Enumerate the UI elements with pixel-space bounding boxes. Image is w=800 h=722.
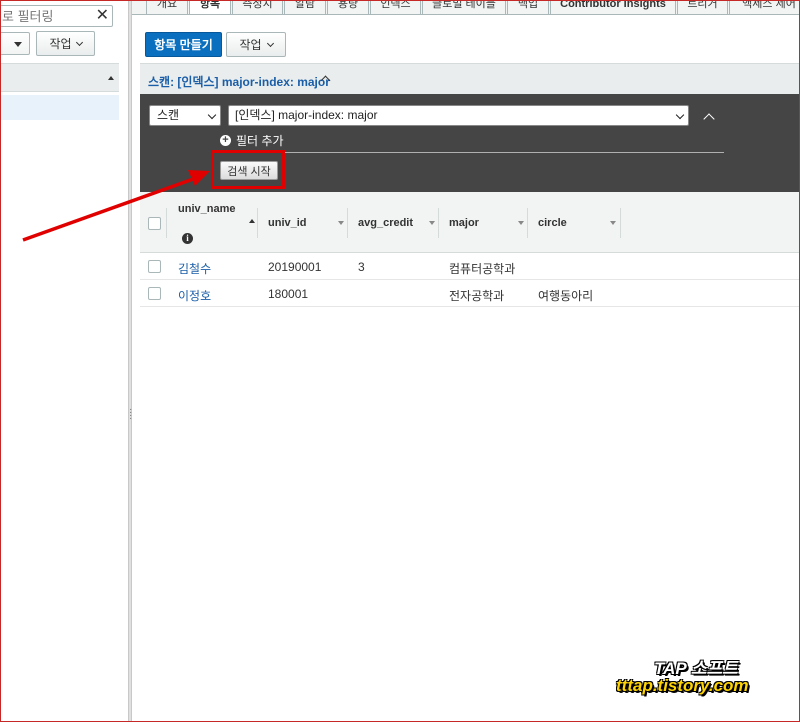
table-filter-box: ✕ xyxy=(0,5,113,27)
filter-divider xyxy=(223,152,724,153)
plus-circle-icon: + xyxy=(220,135,231,146)
index-select[interactable]: [인덱스] major-index: major xyxy=(228,105,689,126)
tab-backups[interactable]: 백업 xyxy=(507,0,549,14)
tab-label: 개요 xyxy=(156,0,178,10)
caret-down-icon xyxy=(14,42,22,47)
action-menu-label: 작업 xyxy=(239,38,262,52)
left-panel: ✕ 작업 xyxy=(0,0,128,722)
table-filter-input[interactable] xyxy=(0,6,88,26)
table-type-dropdown[interactable] xyxy=(0,32,30,55)
univ-id-cell: 180001 xyxy=(268,287,309,301)
tab-items[interactable]: 항목 xyxy=(189,0,231,14)
operation-select-value: 스캔 xyxy=(157,108,180,122)
sort-up-icon xyxy=(108,76,114,80)
column-label: univ_id xyxy=(268,217,307,229)
scan-header-title: 스캔: [인덱스] major-index: major xyxy=(148,75,330,89)
scan-section-header[interactable]: 스캔: [인덱스] major-index: major xyxy=(140,63,800,94)
major-cell: 컴퓨터공학과 xyxy=(449,262,516,276)
info-icon[interactable]: i xyxy=(182,233,193,244)
select-all-checkbox[interactable] xyxy=(148,217,161,230)
tab-label: 알람 xyxy=(294,0,316,10)
circle-cell: 여행동아리 xyxy=(538,289,594,303)
column-univ-id[interactable]: univ_id xyxy=(258,192,348,253)
column-separator xyxy=(620,208,621,238)
tab-label: 트리거 xyxy=(687,0,718,10)
column-label: major xyxy=(449,217,479,229)
column-label: univ_name xyxy=(178,203,236,215)
tab-label: 글로벌 테이블 xyxy=(432,0,496,10)
sort-icon xyxy=(338,221,344,225)
main-content: 개요 항목 측정치 알람 용량 인덱스 글로벌 테이블 백업 Contribut… xyxy=(132,0,800,722)
sort-icon xyxy=(518,221,524,225)
start-search-button[interactable]: 검색 시작 xyxy=(220,161,278,180)
tab-label: 백업 xyxy=(517,0,539,10)
column-univ-name[interactable]: univ_name i xyxy=(168,192,258,253)
chevron-down-icon xyxy=(207,110,217,120)
univ-name-link[interactable]: 이정호 xyxy=(178,287,211,304)
watermark-url: tttap.tistory.com xyxy=(616,676,749,695)
chevron-down-icon xyxy=(675,110,685,120)
major-cell: 전자공학과 xyxy=(449,289,505,303)
column-circle[interactable]: circle xyxy=(528,192,621,253)
column-avg-credit[interactable]: avg_credit xyxy=(348,192,439,253)
tab-label: 용량 xyxy=(337,0,359,10)
tab-label: Contributor Insights xyxy=(560,0,666,10)
column-major[interactable]: major xyxy=(439,192,528,253)
collapse-panel-icon[interactable] xyxy=(703,113,715,125)
tab-alarms[interactable]: 알람 xyxy=(284,0,326,14)
chevron-down-icon xyxy=(266,39,274,47)
operation-select[interactable]: 스캔 xyxy=(149,105,221,126)
univ-id-cell: 20190001 xyxy=(268,260,322,274)
tab-label: 항목 xyxy=(199,0,221,10)
tab-metrics[interactable]: 측정치 xyxy=(232,0,283,14)
univ-name-link[interactable]: 김철수 xyxy=(178,260,211,277)
table-row[interactable]: 이정호 180001 전자공학과 여행동아리 xyxy=(140,280,800,307)
column-label: avg_credit xyxy=(358,217,414,229)
tab-triggers[interactable]: 트리거 xyxy=(677,0,728,14)
tab-contributor-insights[interactable]: Contributor Insights xyxy=(550,0,676,14)
column-label: circle xyxy=(538,217,567,229)
scan-query-panel: 스캔 [인덱스] major-index: major + 필터 추가 검색 시… xyxy=(140,94,800,192)
column-separator xyxy=(166,208,167,238)
table-row[interactable]: 김철수 20190001 3 컴퓨터공학과 xyxy=(140,253,800,280)
tab-capacity[interactable]: 용량 xyxy=(327,0,369,14)
tab-label: 인덱스 xyxy=(380,0,411,10)
table-header: univ_name i univ_id avg_credit major cir… xyxy=(140,192,800,253)
table-list-header[interactable] xyxy=(0,63,119,92)
add-filter-label: 필터 추가 xyxy=(236,134,284,148)
tab-overview[interactable]: 개요 xyxy=(146,0,188,14)
tab-label: 액세스 제어 xyxy=(742,0,796,10)
sidebar-action-button[interactable]: 작업 xyxy=(36,31,95,56)
select-all-column xyxy=(140,192,167,253)
clear-filter-icon[interactable]: ✕ xyxy=(96,7,109,25)
index-select-value: [인덱스] major-index: major xyxy=(235,108,378,122)
action-menu-button[interactable]: 작업 xyxy=(226,32,286,57)
tab-global-tables[interactable]: 글로벌 테이블 xyxy=(422,0,506,14)
row-checkbox[interactable] xyxy=(148,287,161,300)
create-item-button[interactable]: 항목 만들기 xyxy=(145,32,222,57)
sidebar-action-label: 작업 xyxy=(49,37,72,51)
sort-icon xyxy=(429,221,435,225)
sort-icon xyxy=(610,221,616,225)
tab-indexes[interactable]: 인덱스 xyxy=(370,0,421,14)
row-checkbox[interactable] xyxy=(148,260,161,273)
sort-ascending-icon xyxy=(249,219,255,223)
tab-access-control[interactable]: 액세스 제어 xyxy=(729,0,800,14)
selected-table-row[interactable] xyxy=(0,95,119,120)
avg-credit-cell: 3 xyxy=(358,260,365,274)
tab-label: 측정치 xyxy=(242,0,273,10)
tab-bar: 개요 항목 측정치 알람 용량 인덱스 글로벌 테이블 백업 Contribut… xyxy=(132,0,800,15)
add-filter-link[interactable]: + 필터 추가 xyxy=(220,132,284,149)
chevron-down-icon xyxy=(75,38,83,46)
